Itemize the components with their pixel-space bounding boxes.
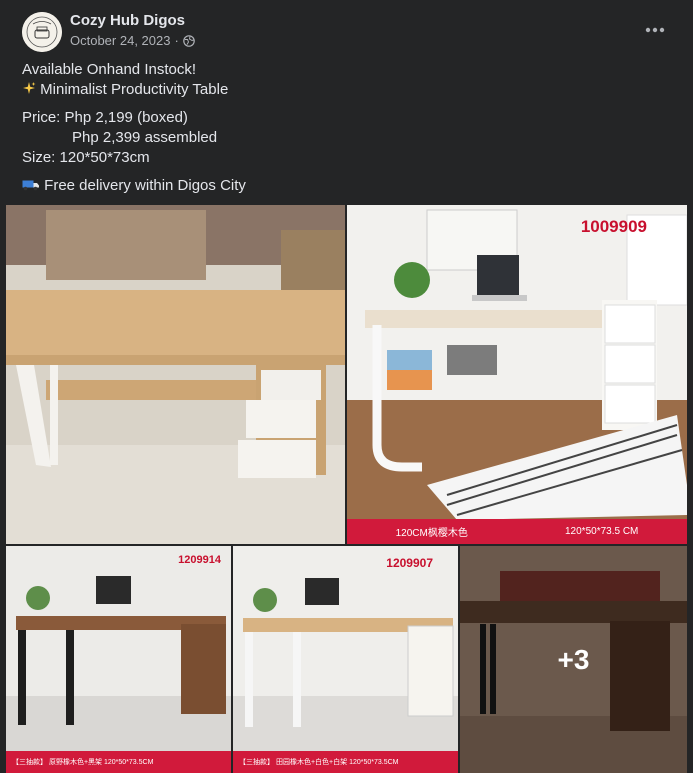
photo-banner: 120CM枫樱木色 120*50*73.5 CM [347,519,687,544]
banner-dimensions: 120*50*73.5 CM [565,526,639,537]
delivery-text: Free delivery within Digos City [40,177,246,194]
post-meta: October 24, 2023 · [70,33,195,48]
post-line-price-assembled: Php 2,399 assembled [22,129,218,146]
globe-icon[interactable] [183,34,195,47]
page-logo-icon [22,12,62,52]
desk-photo-4 [233,546,458,773]
more-photos-overlay[interactable]: +3 [460,546,687,773]
desk-photo-3 [6,546,231,773]
desk-photo-1 [6,205,345,544]
photo-1[interactable] [6,205,345,544]
product-code: 1009909 [580,217,647,236]
post-text: Available Onhand Instock! Minimalist Pro… [22,60,246,196]
page-avatar[interactable] [22,12,62,52]
post-date[interactable]: October 24, 2023 [70,33,170,48]
product-name: Minimalist Productivity Table [36,81,229,98]
banner-text: 【三抽款】 田园橡木色+白色+白架 120*50*73.5CM [239,759,399,766]
sparkles-icon [23,82,36,94]
photo-3[interactable]: 1209914 【三抽款】 原野橡木色+黑架 120*50*73.5CM [6,546,231,773]
post-card: Cozy Hub Digos October 24, 2023 · Availa… [0,0,693,773]
photo-banner: 【三抽款】 原野橡木色+黑架 120*50*73.5CM [6,751,231,773]
post-line-availability: Available Onhand Instock! [22,61,197,78]
post-line-size: Size: 120*50*73cm [22,149,150,166]
photo-5[interactable]: +3 [460,546,687,773]
more-options-icon [645,27,665,33]
product-code: 1209914 [178,554,221,566]
photo-banner: 【三抽款】 田园橡木色+白色+白架 120*50*73.5CM [233,751,458,773]
banner-model: 120CM枫樱木色 [395,528,468,539]
desk-photo-2 [347,205,687,544]
product-code: 1209907 [386,556,433,570]
post-line-price-boxed: Price: Php 2,199 (boxed) [22,109,188,126]
post-line-product: Minimalist Productivity Table [22,80,246,100]
photo-2[interactable]: 1009909 120CM枫樱木色 120*50*73.5 CM [347,205,687,544]
truck-icon [22,180,39,191]
post-line-delivery: Free delivery within Digos City [22,176,246,196]
meta-separator: · [174,33,179,48]
photo-4[interactable]: 1209907 【三抽款】 田园橡木色+白色+白架 120*50*73.5CM [233,546,458,773]
banner-text: 【三抽款】 原野橡木色+黑架 120*50*73.5CM [12,759,154,766]
page-name[interactable]: Cozy Hub Digos [70,12,185,29]
more-options-button[interactable] [639,16,671,44]
